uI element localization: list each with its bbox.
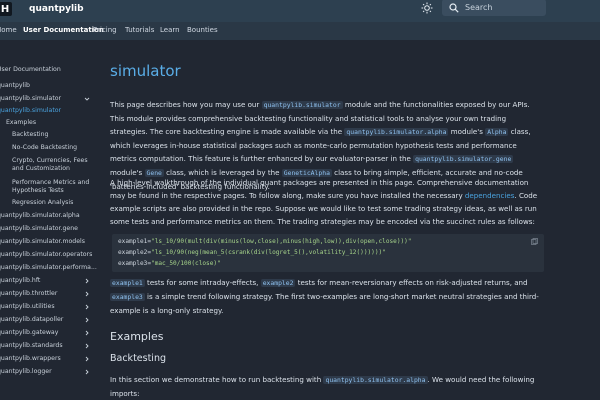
text: This page describes how you may use our xyxy=(110,100,262,109)
sidebar-item-backtesting[interactable]: Backtesting xyxy=(12,131,48,139)
chevron-down-icon[interactable] xyxy=(84,96,90,102)
sidebar-item-logger[interactable]: quantpylib.logger xyxy=(0,368,52,376)
top-header: H quantpylib xyxy=(0,0,600,22)
sidebar-item-standards[interactable]: quantpylib.standards xyxy=(0,342,63,350)
sidebar-item-simulator-alpha[interactable]: quantpylib.simulator.alpha xyxy=(0,212,80,220)
tab-pricing[interactable]: Pricing xyxy=(93,26,117,34)
tab-bounties[interactable]: Bounties xyxy=(187,26,218,34)
sidebar-item-gateway[interactable]: quantpylib.gateway xyxy=(0,329,58,337)
nav-tabs: Home User Documentation Pricing Tutorial… xyxy=(0,22,600,40)
tab-tutorials[interactable]: Tutorials xyxy=(125,26,154,34)
sidebar-item-simulator-active[interactable]: quantpylib.simulator xyxy=(0,107,61,115)
code-string: "mac_50/100(close)" xyxy=(151,260,221,267)
inline-code: example1 xyxy=(110,279,145,287)
sidebar-item-hft[interactable]: quantpylib.hft xyxy=(0,277,40,285)
sidebar-item-crypto-fees[interactable]: Crypto, Currencies, Fees xyxy=(12,157,88,165)
chevron-right-icon[interactable] xyxy=(84,304,90,310)
code-string: "ls_10/90(neg(mean_5(csrank(div(logret_5… xyxy=(151,249,386,256)
sidebar-item-quantpylib[interactable]: quantpylib xyxy=(0,82,30,90)
chevron-right-icon[interactable] xyxy=(84,356,90,362)
text: tests for some intraday-effects, xyxy=(144,278,261,287)
section-heading-examples: Examples xyxy=(110,330,164,343)
tab-learn[interactable]: Learn xyxy=(160,26,180,34)
sidebar-item-simulator-group[interactable]: quantpylib.simulator xyxy=(0,95,61,103)
sidebar-item-datapoller[interactable]: quantpylib.datapoller xyxy=(0,316,63,324)
chevron-right-icon[interactable] xyxy=(84,278,90,284)
code-var: example2= xyxy=(118,249,152,256)
logo-letter: H xyxy=(0,3,10,15)
sidebar-item-regression-analysis[interactable]: Regression Analysis xyxy=(12,199,73,207)
main-content: simulator This page describes how you ma… xyxy=(110,40,590,400)
sidebar-item-hypothesis-tests[interactable]: Hypothesis Tests xyxy=(12,187,64,195)
text: module's xyxy=(448,127,486,136)
sidebar: User Documentation quantpylib quantpylib… xyxy=(0,40,97,400)
sidebar-item-performance-metrics[interactable]: Performance Metrics and xyxy=(12,179,89,187)
inline-code: example2 xyxy=(260,279,296,287)
inline-code: quantpylib.simulator.alpha xyxy=(323,376,428,384)
sidebar-item-simulator-operators[interactable]: quantpylib.simulator.operators xyxy=(0,251,92,259)
sidebar-item-utilities[interactable]: quantpylib.utilities xyxy=(0,303,55,311)
chevron-right-icon[interactable] xyxy=(84,343,90,349)
inline-code: quantpylib.simulator.alpha xyxy=(344,128,449,136)
sidebar-heading: User Documentation xyxy=(0,66,61,73)
chevron-right-icon[interactable] xyxy=(84,291,90,297)
sidebar-item-simulator-gene[interactable]: quantpylib.simulator.gene xyxy=(0,225,78,233)
sidebar-item-no-code-backtesting[interactable]: No-Code Backtesting xyxy=(12,144,77,152)
section-heading-backtesting: Backtesting xyxy=(110,353,166,364)
theme-toggle-icon[interactable] xyxy=(421,2,433,14)
sidebar-item-wrappers[interactable]: quantpylib.wrappers xyxy=(0,355,61,363)
sidebar-item-simulator-performance[interactable]: quantpylib.simulator.performa... xyxy=(0,264,97,272)
code-block: example1="ls_10/90(mult(div(minus(low,cl… xyxy=(112,234,544,272)
inline-code: quantpylib.simulator xyxy=(261,101,343,109)
code-string: "ls_10/90(mult(div(minus(low,close),minu… xyxy=(151,238,412,245)
copy-icon[interactable] xyxy=(531,238,538,245)
backtesting-paragraph: In this section we demonstrate how to ru… xyxy=(110,373,542,400)
chevron-right-icon[interactable] xyxy=(84,330,90,336)
examples-summary-paragraph: example1 tests for some intraday-effects… xyxy=(110,276,542,317)
page-title: simulator xyxy=(110,62,181,80)
sidebar-item-simulator-models[interactable]: quantpylib.simulator.models xyxy=(0,238,85,246)
inline-code: Alpha xyxy=(485,128,509,136)
site-brand[interactable]: quantpylib xyxy=(29,4,84,14)
sidebar-item-examples[interactable]: Examples xyxy=(6,119,36,127)
chevron-right-icon[interactable] xyxy=(84,369,90,375)
text: tests for mean-reversionary effects on r… xyxy=(295,278,528,287)
tab-home[interactable]: Home xyxy=(0,26,17,34)
code-line: example3="mac_50/100(close)" xyxy=(118,260,221,267)
walkthrough-paragraph: A high-level walkthrough of the individu… xyxy=(110,176,542,228)
code-var: example1= xyxy=(118,238,152,245)
sidebar-item-throttler[interactable]: quantpylib.throttler xyxy=(0,290,57,298)
search-input[interactable] xyxy=(465,3,540,12)
inline-code: example3 xyxy=(110,293,145,301)
search-box[interactable] xyxy=(442,0,546,16)
chevron-right-icon[interactable] xyxy=(84,317,90,323)
code-line: example2="ls_10/90(neg(mean_5(csrank(div… xyxy=(118,249,386,256)
text: is a simple trend following strategy. Th… xyxy=(110,292,539,315)
logo[interactable]: H xyxy=(0,2,12,16)
inline-code: quantpylib.simulator.gene xyxy=(413,155,514,163)
dependencies-link[interactable]: dependencies xyxy=(465,191,515,200)
code-var: example3= xyxy=(118,260,152,267)
search-icon xyxy=(449,2,459,13)
tab-user-documentation[interactable]: User Documentation xyxy=(23,26,104,34)
sidebar-item-crypto-fees-cont[interactable]: and Customization xyxy=(12,165,70,173)
text: In this section we demonstrate how to ru… xyxy=(110,375,324,384)
code-line: example1="ls_10/90(mult(div(minus(low,cl… xyxy=(118,238,412,245)
